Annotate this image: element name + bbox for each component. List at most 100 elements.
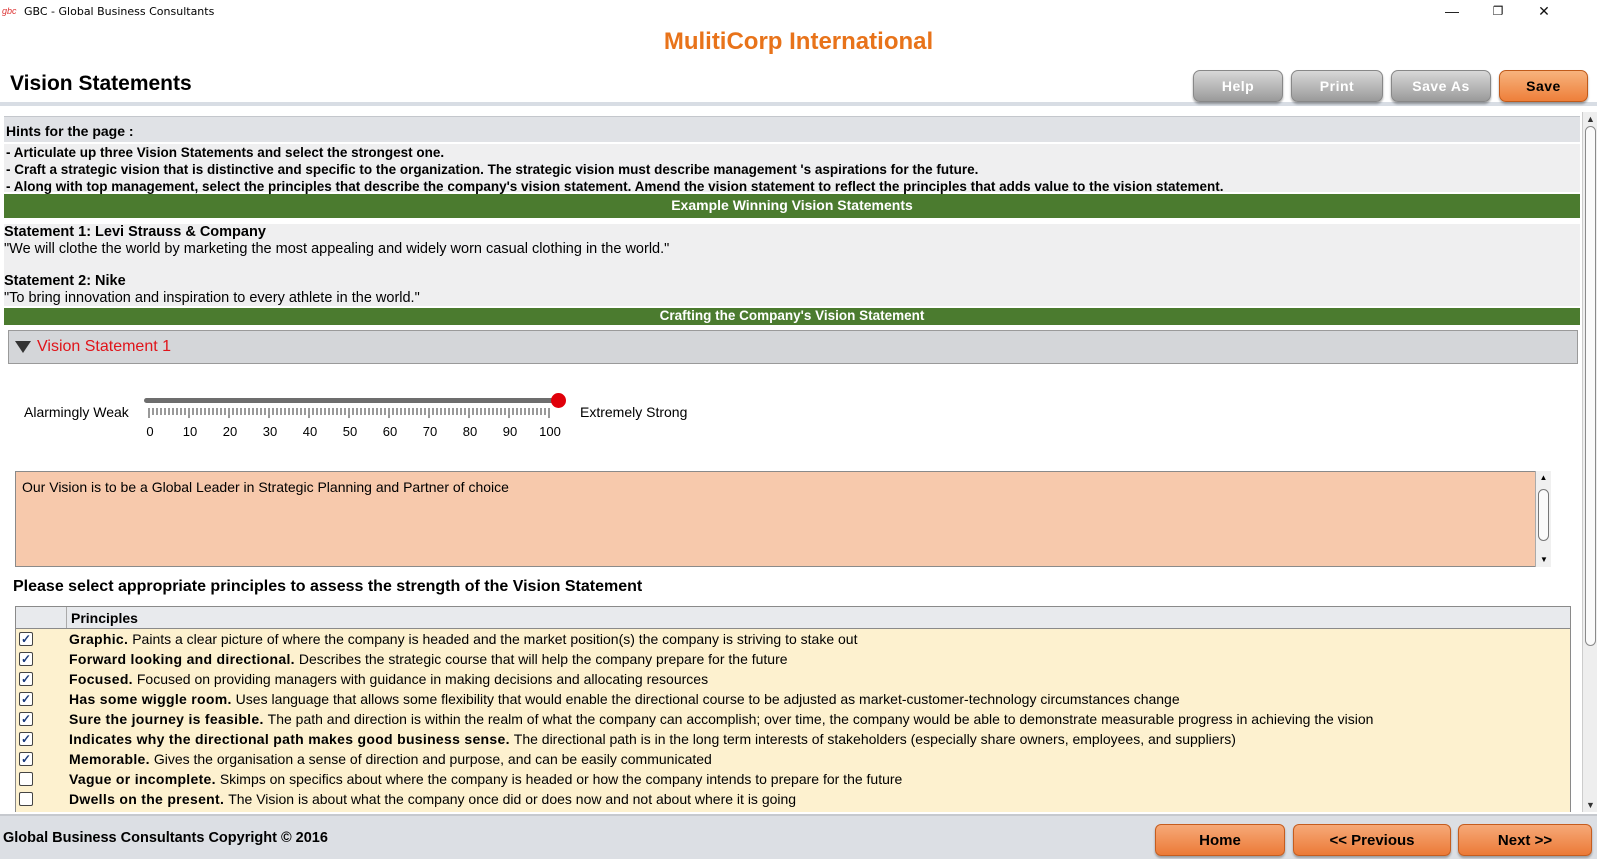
title-bar: gbc GBC - Global Business Consultants — … (0, 0, 1597, 22)
home-button[interactable]: Home (1155, 824, 1285, 856)
slider-tick-label: 90 (502, 424, 518, 439)
save-button[interactable]: Save (1499, 70, 1588, 102)
principle-row[interactable]: ✓ Has some wiggle room. Uses language that… (16, 689, 1570, 709)
principles-table: Principles ✓ Graphic. Paints a clear pictu… (15, 606, 1571, 812)
slider-tick-label: 100 (539, 424, 561, 439)
principle-description: Gives the organisation a sense of direct… (153, 751, 712, 767)
hints-list: - Articulate up three Vision Statements … (4, 144, 1580, 194)
principle-title: Focused. (69, 671, 133, 687)
principle-checkbox[interactable]: ✓ (19, 752, 33, 766)
principle-row[interactable]: ✓ Graphic. Paints a clear picture of where… (16, 629, 1570, 649)
main-content: Hints for the page : - Articulate up thr… (0, 112, 1582, 812)
hints-heading: Hints for the page : (4, 116, 1580, 142)
principle-checkbox[interactable]: ✓ (19, 632, 33, 646)
slider-tick-label: 50 (342, 424, 358, 439)
slider-tick-label: 10 (182, 424, 198, 439)
example-2-text: "To bring innovation and inspiration to … (4, 289, 420, 306)
slider-ticks (148, 408, 550, 418)
principle-row[interactable]: ✓ Memorable. Gives the organisation a sens… (16, 749, 1570, 769)
principle-title: Memorable. (69, 751, 150, 767)
principle-title: Has some wiggle room. (69, 691, 232, 707)
slider-tick-label: 0 (146, 424, 154, 439)
restore-button[interactable]: ❐ (1475, 0, 1521, 22)
slider-tick-label: 60 (382, 424, 398, 439)
slider-knob[interactable] (551, 393, 566, 408)
principle-title: Indicates why the directional path makes… (69, 731, 510, 747)
statement-scroll-thumb[interactable] (1538, 489, 1549, 541)
page-scrollbar[interactable]: ▲ ▼ (1582, 112, 1597, 812)
principle-description: Paints a clear picture of where the comp… (132, 631, 858, 647)
principle-row[interactable]: ✓ Sure the journey is feasible. The path a… (16, 709, 1570, 729)
hint-line: - Craft a strategic vision that is disti… (6, 162, 979, 177)
principle-title: Forward looking and directional. (69, 651, 295, 667)
principle-description: Describes the strategic course that will… (298, 651, 788, 667)
close-button[interactable]: ✕ (1521, 0, 1567, 22)
save-as-button[interactable]: Save As (1391, 70, 1491, 102)
minimize-button[interactable]: — (1429, 0, 1475, 22)
principle-checkbox[interactable]: ✓ (19, 732, 33, 746)
scroll-up-arrow-icon[interactable]: ▲ (1583, 112, 1597, 126)
strength-slider[interactable]: Alarmingly Weak 0 10 20 30 40 50 60 70 80 90 100 E… (0, 382, 800, 452)
principle-row[interactable]: ✓ Forward looking and directional. Describ… (16, 649, 1570, 669)
examples-banner: Example Winning Vision Statements (4, 194, 1580, 218)
app-logo-icon: gbc (2, 6, 17, 16)
slider-tick-label: 80 (462, 424, 478, 439)
examples-panel: Statement 1: Levi Strauss & Company "We … (4, 224, 1580, 306)
principle-title: Sure the journey is feasible. (69, 711, 264, 727)
principle-description: Uses language that allows some flexibili… (235, 691, 1180, 707)
principle-description: Focused on providing managers with guida… (136, 671, 709, 687)
company-name: MulitiCorp International (663, 28, 934, 55)
principles-rows: ✓ Graphic. Paints a clear picture of where… (16, 629, 1570, 809)
next-button[interactable]: Next >> (1458, 824, 1592, 856)
print-button[interactable]: Print (1291, 70, 1383, 102)
hint-line: - Articulate up three Vision Statements … (6, 145, 445, 160)
help-button[interactable]: Help (1193, 70, 1283, 102)
slider-tick-label: 40 (302, 424, 318, 439)
statement-scrollbar[interactable]: ▲ ▼ (1535, 471, 1551, 567)
header: MulitiCorp International Vision Statemen… (0, 22, 1597, 106)
principle-description: Skimps on specifics about where the comp… (219, 771, 903, 787)
principle-title: Graphic. (69, 631, 129, 647)
principle-description: The path and direction is within the rea… (267, 711, 1374, 727)
example-1-title: Statement 1: Levi Strauss & Company (4, 224, 266, 240)
principle-checkbox[interactable] (19, 792, 33, 806)
page-title: Vision Statements (10, 72, 192, 95)
example-1-text: "We will clothe the world by marketing t… (4, 240, 670, 257)
principle-row[interactable]: Dwells on the present. The Vision is abou… (16, 789, 1570, 809)
example-2-title: Statement 2: Nike (4, 273, 126, 289)
hint-line: - Along with top management, select the … (6, 179, 1224, 194)
vision-statement-input[interactable]: Our Vision is to be a Global Leader in S… (15, 471, 1551, 567)
crafting-banner: Crafting the Company's Vision Statement (4, 308, 1580, 325)
slider-tick-label: 70 (422, 424, 438, 439)
footer: Global Business Consultants Copyright © … (0, 814, 1597, 859)
principle-checkbox[interactable]: ✓ (19, 672, 33, 686)
principle-title: Dwells on the present. (69, 791, 225, 807)
slider-max-label: Extremely Strong (580, 404, 688, 420)
principle-description: The directional path is in the long term… (513, 731, 1236, 747)
vision-statement-1-label: Vision Statement 1 (37, 338, 172, 355)
principles-column-header: Principles (71, 610, 138, 626)
slider-tick-label: 20 (222, 424, 238, 439)
principle-checkbox[interactable]: ✓ (19, 652, 33, 666)
window-title: GBC - Global Business Consultants (24, 4, 215, 18)
principles-question: Please select appropriate principles to … (13, 578, 643, 595)
page-scroll-thumb[interactable] (1585, 126, 1596, 646)
collapse-triangle-icon[interactable] (15, 341, 31, 353)
principle-row[interactable]: ✓ Indicates why the directional path make… (16, 729, 1570, 749)
previous-button[interactable]: << Previous (1293, 824, 1451, 856)
scroll-down-arrow-icon[interactable]: ▼ (1583, 798, 1597, 812)
principles-table-header: Principles (16, 607, 1570, 629)
principle-description: The Vision is about what the company onc… (228, 791, 797, 807)
vision-statement-1-header[interactable]: Vision Statement 1 (8, 330, 1578, 364)
principle-checkbox[interactable] (19, 772, 33, 786)
principle-checkbox[interactable]: ✓ (19, 692, 33, 706)
checkbox-column-header (16, 607, 67, 628)
principle-row[interactable]: ✓ Focused. Focused on providing managers w… (16, 669, 1570, 689)
slider-tick-label: 30 (262, 424, 278, 439)
principle-title: Vague or incomplete. (69, 771, 216, 787)
principle-checkbox[interactable]: ✓ (19, 712, 33, 726)
slider-track[interactable] (144, 398, 558, 403)
copyright-text: Global Business Consultants Copyright © … (3, 830, 328, 846)
principle-row[interactable]: Vague or incomplete. Skimps on specifics … (16, 769, 1570, 789)
slider-min-label: Alarmingly Weak (24, 404, 129, 420)
